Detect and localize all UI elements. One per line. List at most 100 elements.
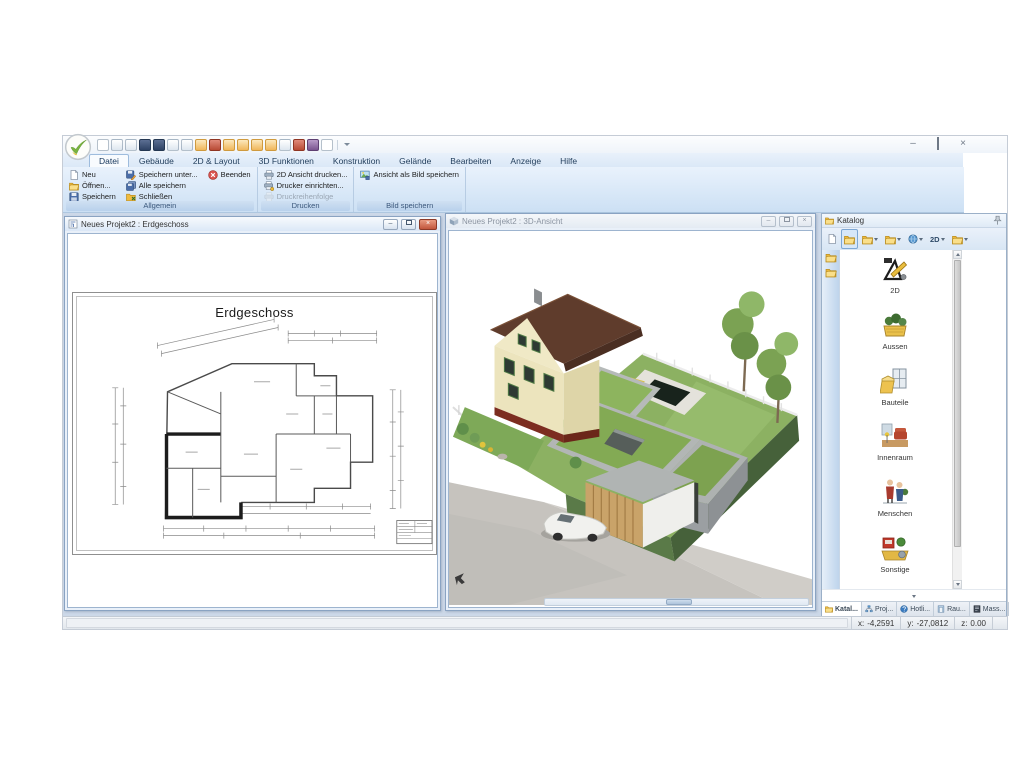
grid-icon[interactable]	[181, 139, 193, 151]
catalog-item-label: Menschen	[878, 509, 913, 518]
view3d-canvas[interactable]	[448, 230, 813, 608]
view3d-maximize-button[interactable]	[779, 216, 794, 227]
view3d-close-button[interactable]: ×	[797, 216, 812, 227]
plan-maximize-button[interactable]	[401, 219, 416, 230]
tab-raum[interactable]: Rau...	[934, 602, 970, 616]
catalog-item-menschen[interactable]: Menschen	[859, 477, 931, 533]
catalog-favorites-button[interactable]	[882, 229, 904, 249]
catalog-scrollbar[interactable]	[952, 250, 962, 589]
copy-icon[interactable]	[321, 139, 333, 151]
menu-ansicht-als-bild[interactable]: Ansicht als Bild speichern	[360, 169, 458, 180]
tab-anzeige[interactable]: Anzeige	[501, 155, 550, 167]
menu-neu[interactable]: Neu	[69, 169, 116, 180]
tab-hilfe[interactable]: Hilfe	[551, 155, 586, 167]
zoom-section-icon[interactable]	[139, 139, 151, 151]
plan-maximize-icon	[406, 220, 412, 225]
view3d-window-icon	[449, 216, 459, 226]
group-label-drucken: Drucken	[261, 201, 351, 211]
catalog-2d-icon	[880, 254, 910, 284]
minimize-button[interactable]: –	[907, 138, 919, 150]
tab-bearbeiten[interactable]: Bearbeiten	[441, 155, 500, 167]
menu-speichern-unter[interactable]: Speichern unter...	[126, 169, 198, 180]
menu-oeffnen[interactable]: Öffnen...	[69, 180, 116, 191]
maximize-button[interactable]	[932, 138, 944, 150]
materials-icon[interactable]	[209, 139, 221, 151]
catalog-item-sonstige[interactable]: Sonstige	[859, 533, 931, 589]
zoom-all-icon[interactable]	[153, 139, 165, 151]
tab-3d-funktionen[interactable]: 3D Funktionen	[250, 155, 323, 167]
menu-beenden[interactable]: Beenden	[208, 169, 251, 180]
tab-massen[interactable]: Mass...	[970, 602, 1010, 616]
heating-icon[interactable]	[223, 139, 235, 151]
tab-2d-layout[interactable]: 2D & Layout	[184, 155, 249, 167]
view3d-scrollbar-handle[interactable]	[666, 599, 692, 605]
plan-minimize-button[interactable]: –	[383, 219, 398, 230]
menu-alle-speichern[interactable]: Alle speichern	[126, 180, 198, 191]
catalog-strip-folder2-icon[interactable]	[825, 267, 837, 278]
catalog-strip-folder1-icon[interactable]	[825, 252, 837, 263]
pipes-icon[interactable]	[237, 139, 249, 151]
layers-icon[interactable]	[307, 139, 319, 151]
plan-window-titlebar[interactable]: Neues Projekt2 : Erdgeschoss – ×	[65, 217, 440, 231]
tab-projekt[interactable]: Proj...	[862, 602, 897, 616]
tab-katalog-label: Katal...	[835, 606, 858, 613]
catalog-2d-label: 2D	[930, 235, 940, 244]
close-button[interactable]: ×	[957, 138, 969, 150]
tab-massen-label: Mass...	[983, 606, 1006, 613]
tab-konstruktion[interactable]: Konstruktion	[324, 155, 389, 167]
new-document-icon[interactable]	[97, 139, 109, 151]
doors-icon[interactable]	[279, 139, 291, 151]
menu-alle-speichern-label: Alle speichern	[139, 181, 186, 190]
catalog-item-2d[interactable]: 2D	[859, 254, 931, 310]
catalog-open-folder-button[interactable]	[859, 229, 881, 249]
menu-drucker-einrichten[interactable]: Drucker einrichten...	[264, 180, 348, 191]
catalog-edit-folder-button[interactable]	[841, 229, 858, 249]
scroll-up-icon[interactable]	[953, 250, 962, 259]
catalog-item-innenraum[interactable]: Innenraum	[859, 421, 931, 477]
view3d-window-titlebar[interactable]: Neues Projekt2 : 3D-Ansicht – ×	[446, 214, 815, 228]
app-titlebar[interactable]: – ×	[63, 136, 1007, 153]
flag-icon[interactable]	[293, 139, 305, 151]
catalog-item-label: Bauteile	[881, 398, 908, 407]
tab-hotline[interactable]: Hotli...	[897, 602, 934, 616]
undo-icon[interactable]	[111, 139, 123, 151]
ruler-icon[interactable]	[167, 139, 179, 151]
plan-close-button[interactable]: ×	[419, 219, 437, 230]
tab-datei[interactable]: Datei	[89, 154, 129, 168]
catalog-item-aussen[interactable]: Aussen	[859, 310, 931, 366]
render-icon[interactable]	[195, 139, 207, 151]
status-bar: x: -4,2591 y: -27,0812 z: 0.00	[63, 616, 1007, 629]
scroll-down-icon[interactable]	[953, 580, 962, 589]
y-value: -27,0812	[917, 619, 949, 628]
catalog-bauteile-icon	[880, 366, 910, 396]
catalog-more-button[interactable]	[949, 229, 971, 249]
catalog-sonstige-icon	[880, 533, 910, 563]
catalog-web-button[interactable]	[905, 229, 926, 249]
group-drucken: 2D Ansicht drucken... Drucker einrichten…	[258, 167, 355, 212]
tab-gelaende[interactable]: Gelände	[390, 155, 440, 167]
plan-canvas[interactable]: Erdgeschoss	[67, 233, 438, 608]
redo-icon[interactable]	[125, 139, 137, 151]
status-z-coordinate: z: 0.00	[954, 617, 992, 629]
plan-sheet[interactable]: Erdgeschoss	[72, 292, 437, 555]
menu-druckreihenfolge-label: Druckreihenfolge	[277, 192, 334, 201]
catalog-bottom-tabs: Katal... Proj... Hotli... Rau... Mass...	[822, 601, 1006, 616]
tab-gebaeude[interactable]: Gebäude	[130, 155, 183, 167]
view3d-minimize-button[interactable]: –	[761, 216, 776, 227]
menu-neu-label: Neu	[82, 170, 96, 179]
catalog-2d-button[interactable]: 2D	[927, 229, 948, 249]
pin-icon[interactable]	[992, 215, 1003, 226]
tab-katalog[interactable]: Katal...	[822, 602, 862, 616]
catalog-scrollbar-thumb[interactable]	[954, 260, 961, 547]
toolbar-overflow-icon[interactable]	[344, 143, 350, 146]
catalog-header[interactable]: Katalog	[822, 214, 1006, 228]
y-label: y:	[907, 619, 913, 628]
catalog-back-button[interactable]	[824, 229, 840, 249]
catalog-item-bauteile[interactable]: Bauteile	[859, 366, 931, 422]
app-logo-icon[interactable]	[64, 133, 92, 161]
stairs-icon[interactable]	[265, 139, 277, 151]
group-label-bild-speichern: Bild speichern	[357, 201, 461, 211]
menu-2d-ansicht-drucken[interactable]: 2D Ansicht drucken...	[264, 169, 348, 180]
view3d-horizontal-scrollbar[interactable]	[544, 598, 809, 606]
connections-icon[interactable]	[251, 139, 263, 151]
